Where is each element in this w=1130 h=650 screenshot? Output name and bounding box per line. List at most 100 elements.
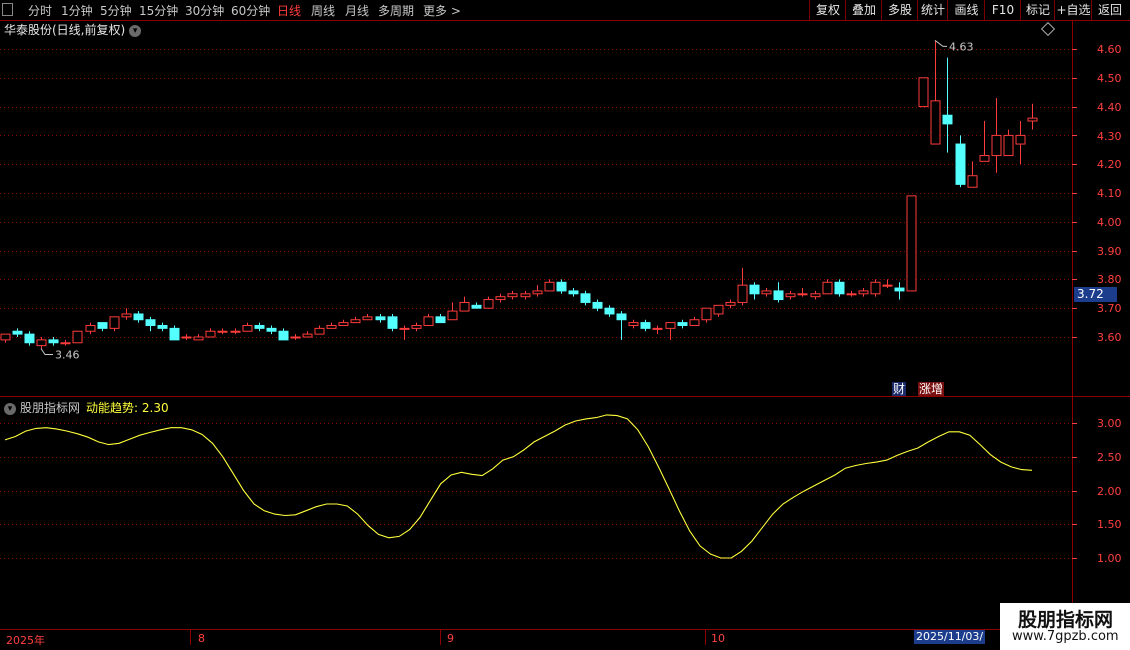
indicator-axis-label: 1.50: [1097, 518, 1122, 531]
candle-body-down: [157, 324, 168, 329]
price-axis-label: 3.70: [1097, 302, 1122, 315]
candle-body-up: [701, 307, 712, 321]
candle-body-up: [230, 330, 241, 333]
candle-body-down: [955, 143, 966, 185]
candle-body-down: [97, 322, 108, 329]
price-axis-label: 4.30: [1097, 130, 1122, 143]
candle-body-up: [665, 322, 676, 329]
candle-body-down: [604, 307, 615, 315]
candle-body-up: [495, 296, 506, 301]
candle-body-down: [375, 316, 386, 321]
high-marker-label: 4.63: [949, 40, 974, 53]
candle-body-down: [894, 287, 905, 292]
candle-body-down: [48, 339, 59, 344]
candle-body-up: [761, 290, 772, 295]
price-axis-label: 4.20: [1097, 158, 1122, 171]
candle-body-up: [822, 281, 833, 295]
date-label: 9: [447, 632, 454, 645]
watermark-url: www.7gpzb.com: [1012, 629, 1119, 644]
price-axis-label: 4.00: [1097, 216, 1122, 229]
watermark: 股朋指标网 www.7gpzb.com: [1000, 603, 1130, 650]
candle-body-down: [278, 330, 289, 341]
high-marker-line: [934, 39, 947, 47]
indicator-axis-label: 1.00: [1097, 552, 1122, 565]
candle-body-up: [447, 310, 458, 321]
candle-body-up: [290, 336, 301, 339]
candle-body-up: [532, 290, 543, 295]
candle-body-up: [1015, 134, 1026, 145]
candle-body-up: [399, 327, 410, 330]
candle-body-down: [254, 324, 265, 329]
candle-body-up: [652, 327, 663, 330]
price-axis-label: 4.50: [1097, 72, 1122, 85]
candle-body-up: [85, 324, 96, 332]
candle-body-up: [544, 281, 555, 292]
candle-body-up: [797, 293, 808, 296]
indicator-axis-label: 2.50: [1097, 451, 1122, 464]
price-axis-label: 3.60: [1097, 331, 1122, 344]
candle-body-up: [314, 327, 325, 335]
candle-body-up: [1027, 117, 1038, 122]
candle-body-up: [979, 155, 990, 162]
candle-body-up: [217, 330, 228, 333]
price-axis-label: 3.90: [1097, 245, 1122, 258]
candle-body-down: [556, 281, 567, 292]
candle-body-up: [350, 319, 361, 324]
finance-tag[interactable]: 财: [892, 382, 907, 396]
candle-body-up: [72, 330, 83, 344]
candle-body-down: [592, 301, 603, 309]
candle-body-up: [858, 290, 869, 295]
candle-body-up: [689, 319, 700, 326]
candle-body-down: [471, 304, 482, 309]
indicator-axis-label: 2.00: [1097, 485, 1122, 498]
candle-body-up: [870, 281, 881, 295]
candle-body-up: [737, 284, 748, 303]
current-price-marker: 3.72: [1074, 287, 1117, 302]
candle-body-up: [423, 316, 434, 326]
candle-body-down: [12, 330, 23, 335]
candle-body-down: [435, 316, 446, 324]
candle-body-up: [362, 316, 373, 321]
candle-body-up: [242, 324, 253, 332]
price-axis-label: 4.60: [1097, 43, 1122, 56]
date-label: 8: [198, 632, 205, 645]
candle-body-up: [882, 284, 893, 287]
candle-body-down: [568, 290, 579, 295]
candle-body-up: [205, 330, 216, 338]
candle-body-up: [725, 301, 736, 306]
candle-body-up: [193, 336, 204, 341]
indicator-line: [4, 414, 1033, 559]
candle-body-up: [507, 293, 518, 298]
candle-body-up: [36, 339, 47, 347]
candle-body-up: [810, 293, 821, 298]
candle-body-down: [640, 322, 651, 329]
price-axis-label: 4.40: [1097, 101, 1122, 114]
candle-body-down: [169, 327, 180, 341]
candle-body-up: [967, 175, 978, 188]
candle-body-up: [411, 324, 422, 329]
date-label: 2025年: [6, 634, 45, 647]
candle-body-down: [749, 284, 760, 295]
candle-body-up: [846, 293, 857, 296]
candle-body-down: [266, 327, 277, 332]
candle-body-up: [628, 322, 639, 326]
kline-chart[interactable]: 4.63 3.46: [0, 0, 1130, 650]
chevron-down-icon[interactable]: ▾: [4, 402, 16, 415]
candle-body-down: [677, 322, 688, 326]
candle-body-up: [121, 313, 132, 318]
candle-body-up: [302, 333, 313, 338]
candle-body-up: [338, 322, 349, 326]
growth-tag[interactable]: 涨增: [918, 382, 945, 396]
candle-body-up: [1003, 134, 1014, 157]
cursor-date: 2025/11/03/: [914, 630, 986, 644]
candle-body-up: [326, 324, 337, 329]
candle-body-up: [785, 293, 796, 298]
low-marker-label: 3.46: [55, 349, 80, 362]
date-label: 10: [711, 632, 725, 645]
indicator-axis-label: 3.00: [1097, 417, 1122, 430]
candle-body-up: [930, 100, 941, 145]
candle-body-down: [145, 319, 156, 326]
candle-body-up: [60, 342, 71, 345]
indicator-name: 动能趋势: 2.30: [86, 401, 169, 415]
candle-body-up: [459, 301, 470, 312]
